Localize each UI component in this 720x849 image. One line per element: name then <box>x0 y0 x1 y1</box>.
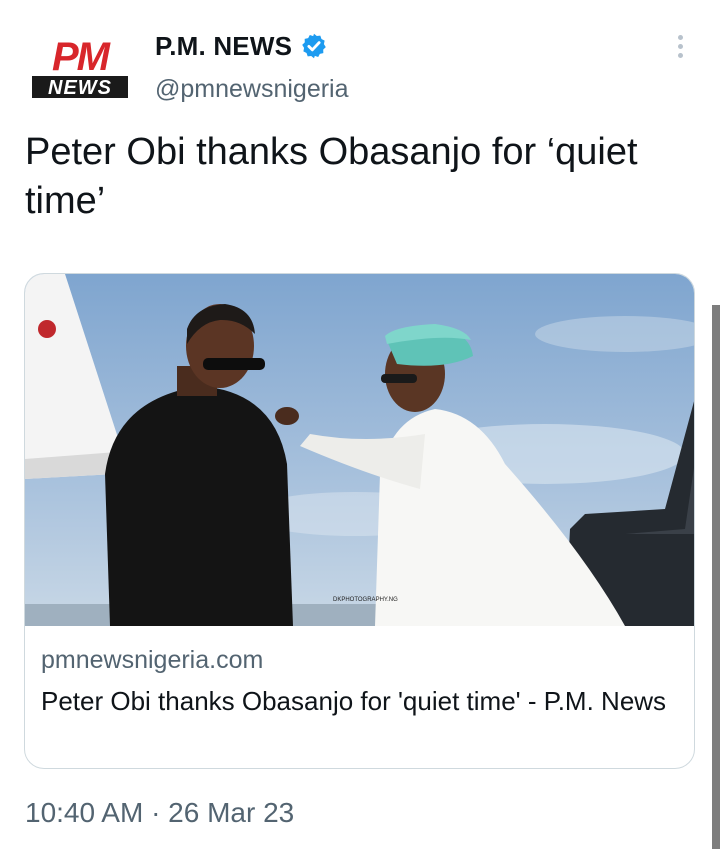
avatar-logo-bottom: NEWS <box>48 77 112 99</box>
link-card[interactable]: DKPHOTOGRAPHY.NG pmnewsnigeria.com Peter… <box>24 273 695 769</box>
card-title: Peter Obi thanks Obasanjo for 'quiet tim… <box>41 686 667 716</box>
author-display-name[interactable]: P.M. NEWS <box>155 31 292 62</box>
verified-badge-icon <box>302 33 326 59</box>
author-name-row: P.M. NEWS <box>155 28 328 64</box>
avatar[interactable]: PM NEWS <box>28 36 132 102</box>
tweet-text: Peter Obi thanks Obasanjo for ‘quiet tim… <box>25 131 638 222</box>
author-handle[interactable]: @pmnewsnigeria <box>155 75 349 104</box>
image-watermark: DKPHOTOGRAPHY.NG <box>333 597 398 603</box>
card-image: DKPHOTOGRAPHY.NG <box>25 274 694 626</box>
more-options-icon[interactable] <box>664 28 696 64</box>
card-domain: pmnewsnigeria.com <box>41 646 264 674</box>
tweet-timestamp[interactable]: 10:40 AM · 26 Mar 23 <box>25 797 294 829</box>
avatar-logo-top: PM <box>52 36 112 79</box>
scrollbar[interactable] <box>712 305 720 849</box>
